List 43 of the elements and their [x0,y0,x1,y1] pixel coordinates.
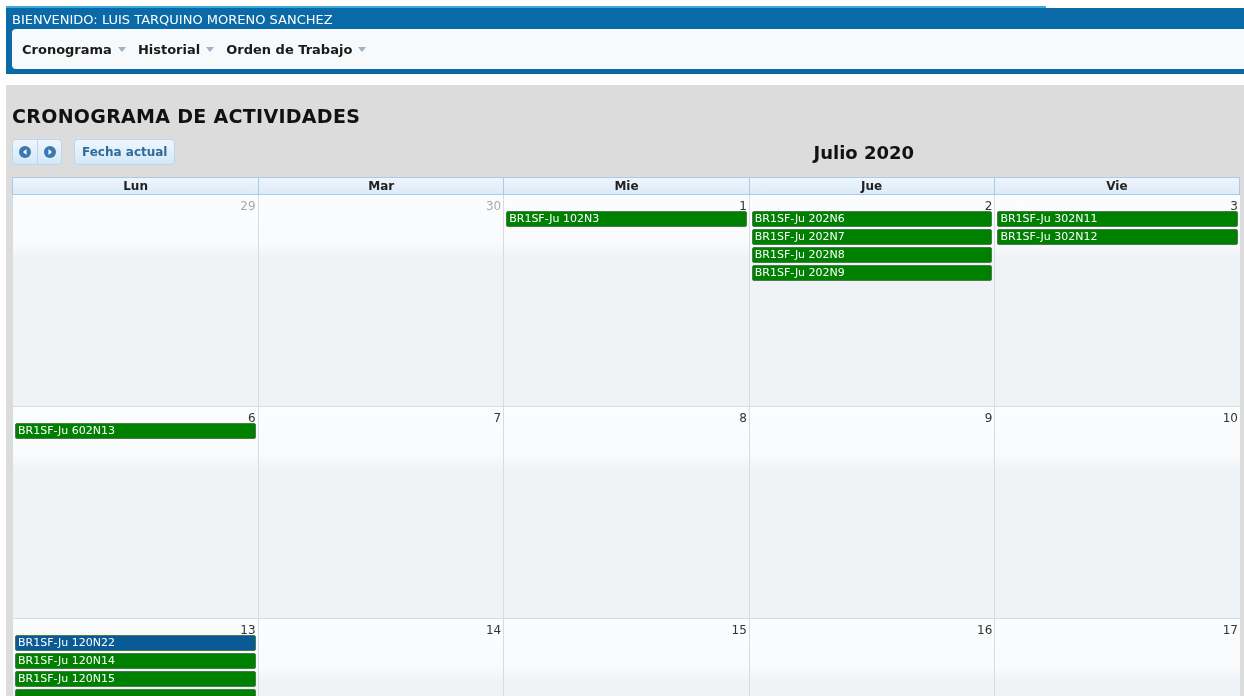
day-number: 16 [977,623,993,637]
page-title: CRONOGRAMA DE ACTIVIDADES [12,105,362,127]
weekday-header: Mie [503,178,749,194]
menu-item[interactable]: Historial [137,39,215,59]
event-bar[interactable]: BR1SF-Ju 120N14 [15,653,256,669]
event-bar[interactable]: BR1SF-Ju 302N12 [997,229,1238,245]
caret-icon [206,46,215,52]
day-number: 17 [1222,623,1238,637]
today-button[interactable]: Fecha actual [74,139,176,165]
day-number: 13 [240,623,256,637]
weekday-header: Jue [748,178,994,194]
day-number: 9 [984,411,993,425]
caret-icon [117,46,126,52]
event-bar[interactable]: BR1SF-Ju 120N22 [15,635,256,651]
day-number: 3 [1230,199,1238,213]
weekday-header: Mar [258,178,504,194]
event-bar[interactable]: BR1SF-Ju 202N6 [751,211,993,227]
event-bar[interactable]: BR1SF-Ju 202N9 [751,265,993,281]
weekday-header: Lun [122,178,149,194]
day-number: 8 [739,411,747,425]
previous-icon [19,146,31,158]
event-bar[interactable]: BR1SF-Ju 602N13 [15,423,256,439]
day-number: 7 [493,411,502,425]
welcome-text: BIENVENIDO: LUIS TARQUINO MORENO SANCHEZ [12,11,334,29]
day-number: 2 [984,199,993,213]
day-number: 6 [247,411,256,425]
day-number: 15 [731,623,747,637]
day-number: 14 [485,623,502,637]
day-number: 30 [485,199,502,213]
event-bar[interactable]: BR1SF-Ju 202N8 [751,247,993,263]
weekday-header: Vie [993,178,1239,194]
caret-icon [358,46,367,52]
event-bar[interactable]: BR1SF-Ju 120N15 [15,671,256,687]
month-title: Julio 2020 [813,141,915,163]
event-bar[interactable]: BR1SF-Ju 302N11 [997,211,1238,227]
day-number: 29 [240,199,256,213]
menu-item[interactable]: Cronograma [22,39,126,59]
event-bar[interactable]: BR1SF-Ju 202N7 [751,229,993,245]
next-icon [43,146,56,158]
day-number: 1 [739,199,747,213]
event-bar[interactable]: BR1SF-Ju 102N3 [506,211,747,227]
menu-item[interactable]: Orden de Trabajo [226,39,367,59]
day-number: 10 [1222,411,1238,425]
